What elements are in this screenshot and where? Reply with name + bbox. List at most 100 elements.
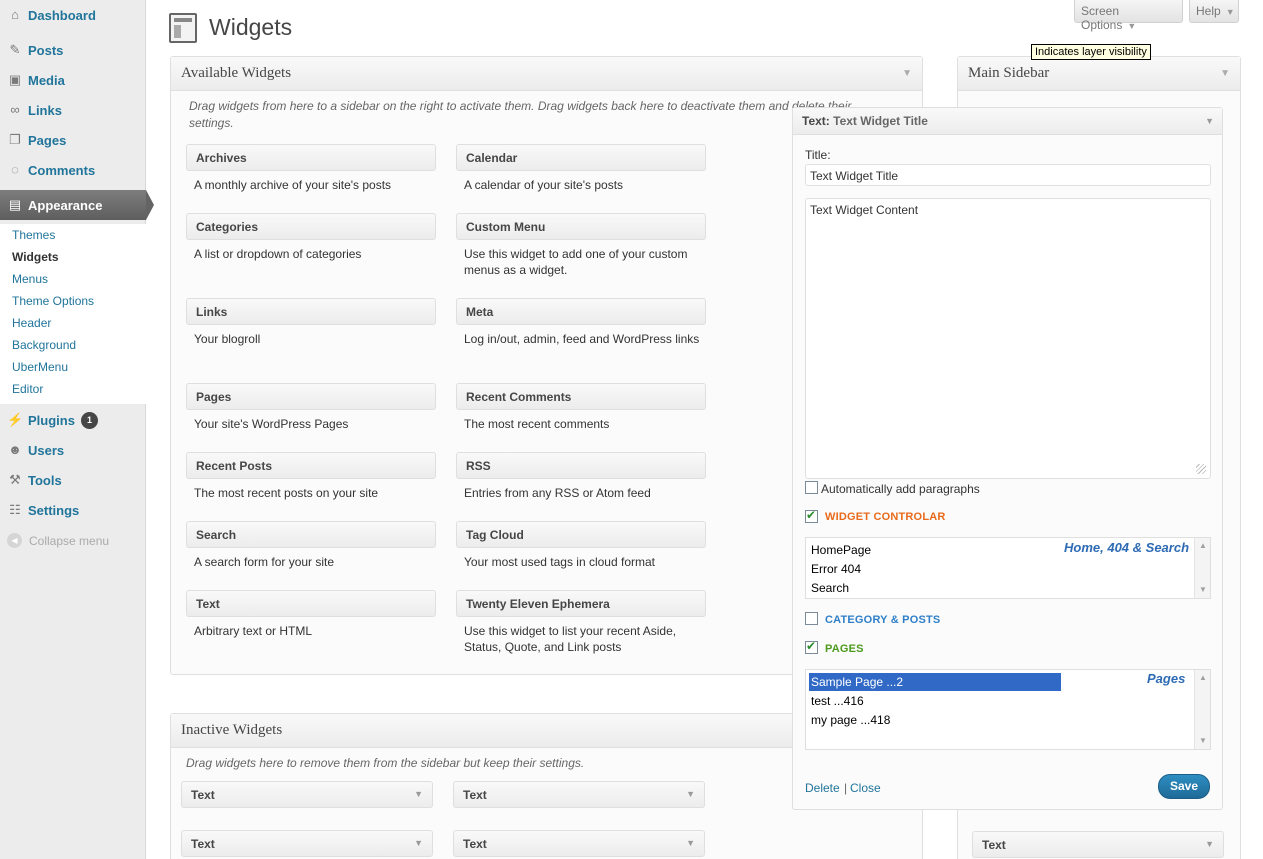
menu-label: Media <box>28 72 65 88</box>
menu-item-links[interactable]: ∞ Links <box>0 95 146 125</box>
widget-text[interactable]: Text <box>186 590 436 617</box>
submenu-item-themes[interactable]: Themes <box>12 228 55 242</box>
toggle-arrow-icon[interactable]: ▼ <box>686 838 695 848</box>
available-widgets-header[interactable]: Available Widgets ▼ <box>171 57 922 91</box>
inactive-widget-text[interactable]: Text ▼ <box>453 781 705 808</box>
menu-item-users[interactable]: ☻ Users <box>0 435 146 465</box>
widget-twenty-eleven-ephemera[interactable]: Twenty Eleven Ephemera <box>456 590 706 617</box>
widget-search[interactable]: Search <box>186 521 436 548</box>
menu-item-plugins[interactable]: ⚡ Plugins 1 <box>0 405 146 435</box>
category-posts-checkbox[interactable] <box>805 612 818 625</box>
toggle-arrow-icon[interactable]: ▼ <box>1205 116 1214 126</box>
scroll-down-icon[interactable]: ▼ <box>1197 735 1209 747</box>
toggle-arrow-icon[interactable]: ▼ <box>1220 68 1230 79</box>
scroll-up-icon[interactable]: ▲ <box>1197 672 1209 684</box>
menu-label: Settings <box>28 502 80 518</box>
menu-item-settings[interactable]: ☷ Settings <box>0 495 146 525</box>
page-title: Widgets <box>209 14 293 40</box>
menu-item-dashboard[interactable]: ⌂ Dashboard <box>0 0 146 30</box>
toggle-arrow-icon[interactable]: ▼ <box>414 789 423 799</box>
menu-item-posts[interactable]: ✎ Posts <box>0 35 146 65</box>
main-sidebar-header[interactable]: Main Sidebar ▼ <box>958 57 1240 91</box>
help-label: Help <box>1196 4 1221 18</box>
widget-meta[interactable]: Meta <box>456 298 706 325</box>
save-button[interactable]: Save <box>1158 774 1210 799</box>
menu-item-appearance[interactable]: ▤ Appearance <box>0 190 146 220</box>
inactive-widget-text[interactable]: Text ▼ <box>181 781 433 808</box>
widget-title: Categories <box>196 220 259 234</box>
widget-title: RSS <box>466 459 491 473</box>
menu-item-pages[interactable]: ❐ Pages <box>0 125 146 155</box>
widget-description: A monthly archive of your site's posts <box>194 178 392 192</box>
resize-grip-icon[interactable] <box>1196 464 1206 474</box>
toggle-arrow-icon[interactable]: ▼ <box>1205 839 1214 849</box>
widget-title: Text <box>191 837 215 851</box>
submenu-item-background[interactable]: Background <box>12 338 76 352</box>
list-scrollbar[interactable]: ▲ ▼ <box>1194 538 1210 598</box>
list-option-selected[interactable]: Sample Page ...2 <box>809 673 1061 691</box>
list-option[interactable]: HomePage <box>809 541 871 559</box>
list-option[interactable]: test ...416 <box>809 692 864 710</box>
users-icon: ☻ <box>8 442 22 457</box>
widget-links[interactable]: Links <box>186 298 436 325</box>
scroll-up-icon[interactable]: ▲ <box>1197 540 1209 552</box>
home-404-search-listbox[interactable]: HomePage Error 404 Search Home, 404 & Se… <box>805 537 1211 599</box>
list-scrollbar[interactable]: ▲ ▼ <box>1194 670 1210 749</box>
menu-label: Links <box>28 102 62 118</box>
submenu-item-ubermenu[interactable]: UberMenu <box>12 360 68 374</box>
content-textarea[interactable]: Text Widget Content <box>805 198 1211 479</box>
toggle-arrow-icon[interactable]: ▼ <box>686 789 695 799</box>
menu-item-media[interactable]: ▣ Media <box>0 65 146 95</box>
widget-description: Your blogroll <box>194 332 261 346</box>
submenu-item-widgets[interactable]: Widgets <box>12 250 59 264</box>
inactive-widget-text[interactable]: Text ▼ <box>181 830 433 857</box>
widget-description: A calendar of your site's posts <box>464 178 624 192</box>
widget-tag-cloud[interactable]: Tag Cloud <box>456 521 706 548</box>
list-option[interactable]: Error 404 <box>809 560 861 578</box>
screen-options-button[interactable]: Screen Options ▼ <box>1074 0 1183 32</box>
delete-link[interactable]: Delete <box>805 781 840 795</box>
collapse-menu-button[interactable]: ◀ Collapse menu <box>7 533 109 548</box>
widget-custom-menu[interactable]: Custom Menu <box>456 213 706 240</box>
category-posts-label: CATEGORY & POSTS <box>825 614 941 626</box>
list-option[interactable]: my page ...418 <box>809 711 890 729</box>
widget-title: Text <box>982 838 1006 852</box>
close-link[interactable]: Close <box>850 781 881 795</box>
list-title: Home, 404 & Search <box>1064 540 1190 555</box>
title-input[interactable]: Text Widget Title <box>805 164 1211 186</box>
submenu-item-theme-options[interactable]: Theme Options <box>12 294 94 308</box>
widget-controlar-checkbox[interactable] <box>805 508 818 523</box>
widget-calendar[interactable]: Calendar <box>456 144 706 171</box>
link-separator: | <box>844 781 848 795</box>
menu-item-comments[interactable]: ◌ Comments <box>0 155 146 185</box>
sidebar-widget-text[interactable]: Text ▼ <box>972 831 1224 858</box>
submenu-item-editor[interactable]: Editor <box>12 382 43 396</box>
widget-type-label: Text: <box>802 114 830 128</box>
widget-recent-posts[interactable]: Recent Posts <box>186 452 436 479</box>
auto-paragraphs-checkbox[interactable] <box>805 481 818 494</box>
widget-description: Use this widget to list your recent Asid… <box>464 624 677 654</box>
tooltip: Indicates layer visibility <box>1031 44 1151 60</box>
help-button[interactable]: Help ▼ <box>1189 0 1239 23</box>
page-icon: ❐ <box>9 132 21 147</box>
tools-icon: ⚒ <box>9 472 21 487</box>
pages-checkbox[interactable] <box>805 639 818 654</box>
list-option[interactable]: Search <box>809 579 849 597</box>
appearance-submenu: Themes Widgets Menus Theme Options Heade… <box>0 224 146 404</box>
inactive-widget-text[interactable]: Text ▼ <box>453 830 705 857</box>
widget-rss[interactable]: RSS <box>456 452 706 479</box>
widget-categories[interactable]: Categories <box>186 213 436 240</box>
scroll-down-icon[interactable]: ▼ <box>1197 584 1209 596</box>
widget-archives[interactable]: Archives <box>186 144 436 171</box>
widget-title: Custom Menu <box>466 220 546 234</box>
submenu-item-menus[interactable]: Menus <box>12 272 48 286</box>
widget-recent-comments[interactable]: Recent Comments <box>456 383 706 410</box>
pages-listbox[interactable]: Sample Page ...2 test ...416 my page ...… <box>805 669 1211 750</box>
submenu-item-header[interactable]: Header <box>12 316 51 330</box>
text-widget-editor-header[interactable]: Text: Text Widget Title ▼ <box>793 108 1222 135</box>
menu-item-tools[interactable]: ⚒ Tools <box>0 465 146 495</box>
toggle-arrow-icon[interactable]: ▼ <box>902 68 912 79</box>
widget-pages[interactable]: Pages <box>186 383 436 410</box>
dropdown-arrow-icon: ▼ <box>1127 21 1137 31</box>
toggle-arrow-icon[interactable]: ▼ <box>414 838 423 848</box>
